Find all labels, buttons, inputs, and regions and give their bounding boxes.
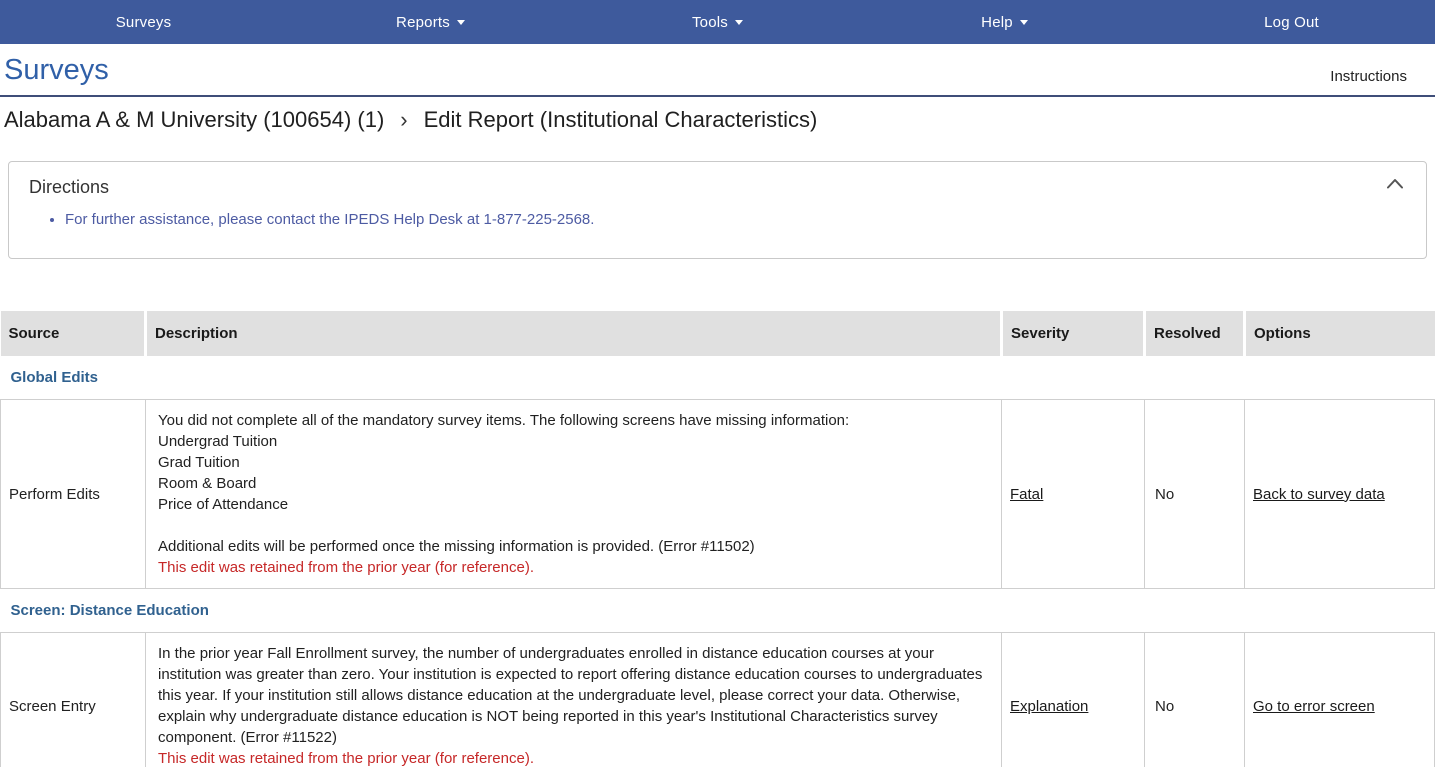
section-title: Screen: Distance Education	[1, 589, 1435, 633]
section-row-global-edits: Global Edits	[1, 356, 1435, 400]
description-cell: In the prior year Fall Enrollment survey…	[146, 633, 1002, 767]
table-row: Perform Edits You did not complete all o…	[1, 400, 1435, 589]
chevron-down-icon	[1020, 20, 1028, 25]
severity-link[interactable]: Fatal	[1010, 486, 1043, 503]
breadcrumb: Alabama A & M University (100654) (1) › …	[0, 97, 1435, 145]
chevron-down-icon	[457, 20, 465, 25]
chevron-down-icon	[735, 20, 743, 25]
severity-cell: Explanation	[1002, 633, 1145, 767]
retained-note: This edit was retained from the prior ye…	[158, 748, 989, 767]
resolved-cell: No	[1145, 633, 1245, 767]
section-row-distance-education: Screen: Distance Education	[1, 589, 1435, 633]
col-header-source: Source	[1, 311, 146, 356]
description-text: You did not complete all of the mandator…	[158, 410, 989, 557]
nav-item-label: Help	[981, 14, 1013, 31]
severity-cell: Fatal	[1002, 400, 1145, 589]
back-to-survey-data-link[interactable]: Back to survey data	[1253, 486, 1385, 503]
edit-report-table: Source Description Severity Resolved Opt…	[0, 311, 1435, 767]
nav-item-label: Tools	[692, 14, 728, 31]
nav-item-reports[interactable]: Reports	[287, 0, 574, 44]
page-title: Surveys	[4, 54, 109, 87]
explanation-link[interactable]: Explanation	[1010, 698, 1088, 715]
nav-item-label: Surveys	[116, 14, 172, 31]
section-title: Global Edits	[1, 356, 1435, 400]
description-cell: You did not complete all of the mandator…	[146, 400, 1002, 589]
table-header-row: Source Description Severity Resolved Opt…	[1, 311, 1435, 356]
page-header: Surveys Instructions	[0, 44, 1435, 95]
nav-item-help[interactable]: Help	[861, 0, 1148, 44]
resolved-cell: No	[1145, 400, 1245, 589]
directions-list: For further assistance, please contact t…	[65, 210, 1406, 230]
source-cell: Perform Edits	[1, 400, 146, 589]
table-row: Screen Entry In the prior year Fall Enro…	[1, 633, 1435, 767]
description-text: In the prior year Fall Enrollment survey…	[158, 643, 989, 748]
nav-item-tools[interactable]: Tools	[574, 0, 861, 44]
options-cell: Back to survey data	[1245, 400, 1435, 589]
instructions-link[interactable]: Instructions	[1330, 68, 1407, 87]
retained-note: This edit was retained from the prior ye…	[158, 557, 989, 578]
nav-item-logout[interactable]: Log Out	[1148, 0, 1435, 44]
collapse-panel-button[interactable]	[1386, 178, 1404, 189]
col-header-options: Options	[1245, 311, 1435, 356]
breadcrumb-separator-icon: ›	[400, 107, 407, 133]
directions-item: For further assistance, please contact t…	[65, 210, 1406, 230]
top-nav: Surveys Reports Tools Help Log Out	[0, 0, 1435, 44]
chevron-up-icon	[1386, 178, 1404, 189]
directions-panel: Directions For further assistance, pleas…	[8, 161, 1427, 259]
nav-item-label: Reports	[396, 14, 450, 31]
nav-item-label: Log Out	[1264, 14, 1319, 31]
options-cell: Go to error screen	[1245, 633, 1435, 767]
go-to-error-screen-link[interactable]: Go to error screen	[1253, 698, 1375, 715]
col-header-resolved: Resolved	[1145, 311, 1245, 356]
source-cell: Screen Entry	[1, 633, 146, 767]
col-header-severity: Severity	[1002, 311, 1145, 356]
nav-item-surveys[interactable]: Surveys	[0, 0, 287, 44]
directions-title: Directions	[29, 177, 1406, 198]
col-header-description: Description	[146, 311, 1002, 356]
breadcrumb-current-page: Edit Report (Institutional Characteristi…	[424, 107, 818, 133]
breadcrumb-institution[interactable]: Alabama A & M University (100654) (1)	[4, 107, 384, 133]
